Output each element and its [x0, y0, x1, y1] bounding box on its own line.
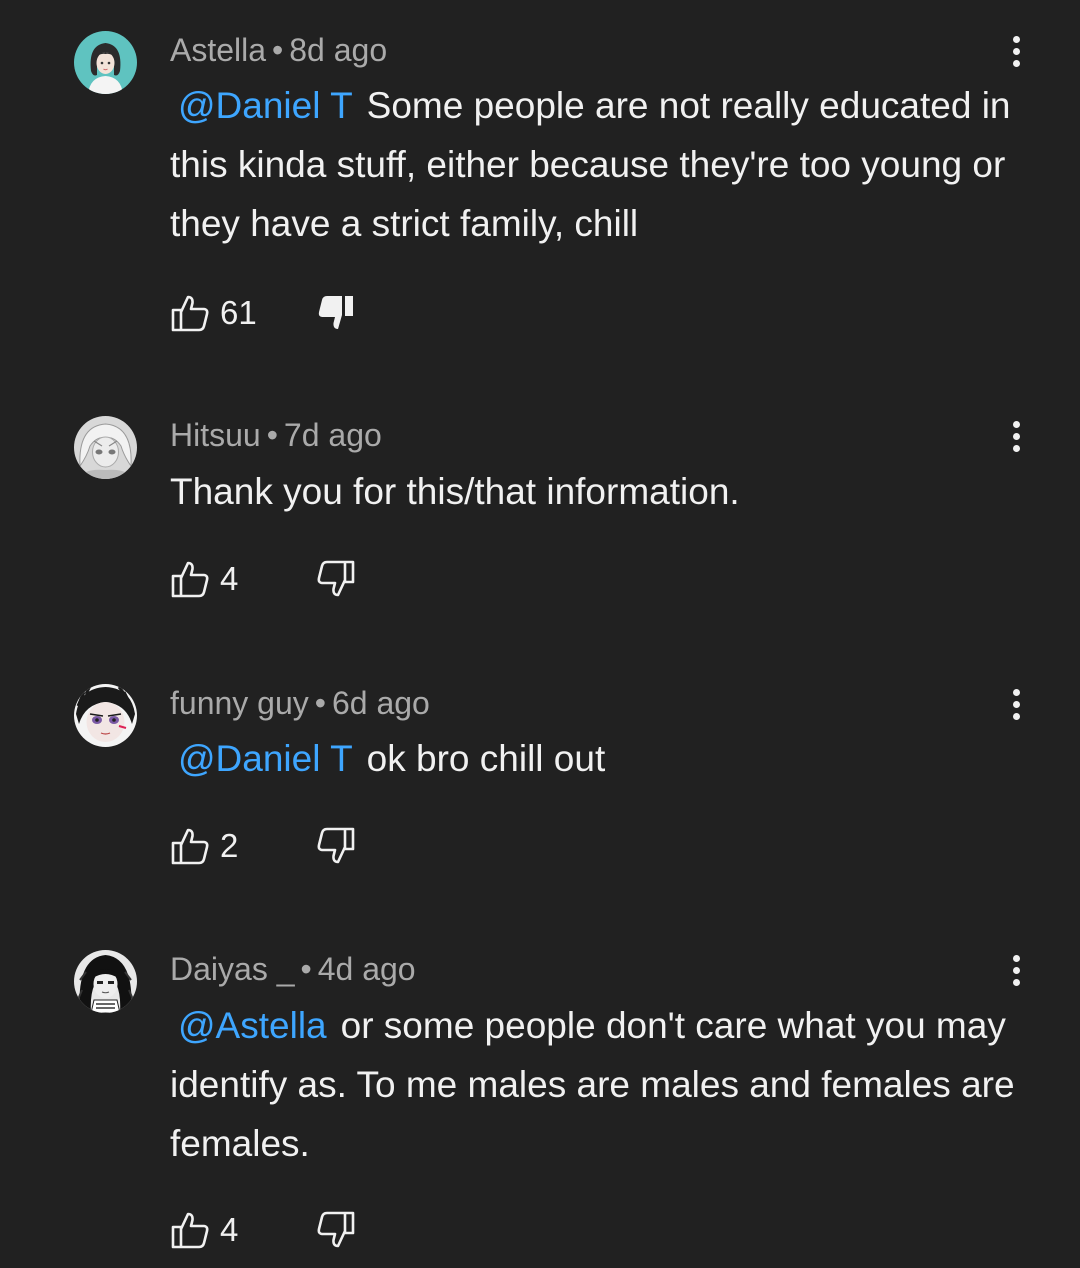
avatar-grey-anime-icon	[74, 416, 137, 479]
thumbs-up-icon	[171, 1212, 209, 1249]
comment-meta: Daiyas _ • 4d ago	[170, 949, 416, 989]
thumbs-up-icon	[171, 295, 209, 332]
comment-time: 6d ago	[331, 685, 430, 721]
avatar-dark-anime-icon	[74, 950, 137, 1013]
avatar-anime-face-icon	[74, 684, 137, 747]
more-options-dot	[1012, 954, 1020, 962]
thumbs-down-filled-icon	[318, 296, 353, 329]
meta-separator: •	[266, 417, 278, 453]
thumbs-up-icon	[171, 828, 209, 865]
comment-actions: 4	[170, 1208, 355, 1252]
comment-meta: Astella • 8d ago	[170, 30, 387, 70]
meta-separator: •	[314, 685, 326, 721]
more-options-dot	[1012, 432, 1020, 440]
comment-text: @Daniel T Some people are not really educ…	[170, 76, 1040, 253]
comment-meta: Hitsuu • 7d ago	[170, 415, 382, 455]
meta-separator: •	[272, 32, 284, 68]
dislike-button[interactable]	[316, 824, 356, 868]
more-options-button[interactable]	[998, 684, 1034, 724]
thumbs-down-icon	[317, 1211, 355, 1248]
more-options-button[interactable]	[998, 950, 1034, 990]
comment-actions: 61	[170, 291, 353, 335]
mention-link[interactable]: @Astella	[178, 1005, 327, 1046]
comment-author[interactable]: funny guy	[170, 685, 309, 721]
comment-time: 7d ago	[283, 417, 382, 453]
dislike-button[interactable]	[316, 1208, 356, 1252]
mention-link[interactable]: @Daniel T	[178, 738, 353, 779]
more-options-dot	[1012, 700, 1020, 708]
more-options-dot	[1012, 35, 1020, 43]
more-options-dot	[1012, 978, 1020, 986]
like-count: 4	[220, 1211, 239, 1248]
comment-actions: 4	[170, 557, 355, 601]
comment-meta: funny guy • 6d ago	[170, 683, 430, 723]
like-button[interactable]: 4	[170, 559, 280, 599]
avatar[interactable]	[74, 31, 137, 94]
more-options-dot	[1012, 47, 1020, 55]
more-options-dot	[1012, 688, 1020, 696]
dislike-button[interactable]	[316, 291, 356, 335]
more-options-dot	[1012, 966, 1020, 974]
avatar[interactable]	[74, 950, 137, 1013]
comment-author[interactable]: Daiyas _	[170, 951, 295, 987]
like-button[interactable]: 4	[170, 1210, 280, 1250]
comment-author[interactable]: Astella	[170, 32, 266, 68]
comment-time: 8d ago	[289, 32, 388, 68]
like-button[interactable]: 2	[170, 826, 280, 866]
more-options-button[interactable]	[998, 31, 1034, 71]
thumbs-up-icon	[171, 561, 209, 598]
comment-body: ok bro chill out	[366, 738, 606, 779]
like-count: 61	[220, 294, 257, 331]
comment-text: Thank you for this/that information.	[170, 462, 1040, 521]
more-options-dot	[1012, 59, 1020, 67]
like-count: 2	[220, 827, 239, 864]
comment-body: Thank you for this/that information.	[170, 471, 740, 512]
dislike-button[interactable]	[316, 557, 356, 601]
thumbs-down-icon	[317, 560, 355, 597]
like-count: 4	[220, 560, 239, 597]
more-options-dot	[1012, 712, 1020, 720]
comment-text: @Astella or some people don't care what y…	[170, 996, 1040, 1173]
more-options-button[interactable]	[998, 416, 1034, 456]
comment-time: 4d ago	[317, 951, 416, 987]
avatar[interactable]	[74, 684, 137, 747]
mention-link[interactable]: @Daniel T	[178, 85, 353, 126]
more-options-dot	[1012, 444, 1020, 452]
comment-author[interactable]: Hitsuu	[170, 417, 261, 453]
comment-actions: 2	[170, 824, 355, 868]
more-options-dot	[1012, 420, 1020, 428]
avatar[interactable]	[74, 416, 137, 479]
avatar-woman-teal-icon	[74, 31, 137, 94]
like-button[interactable]: 61	[170, 293, 280, 333]
meta-separator: •	[300, 951, 312, 987]
thumbs-down-icon	[317, 827, 355, 864]
comment-text: @Daniel T ok bro chill out	[170, 729, 1040, 788]
